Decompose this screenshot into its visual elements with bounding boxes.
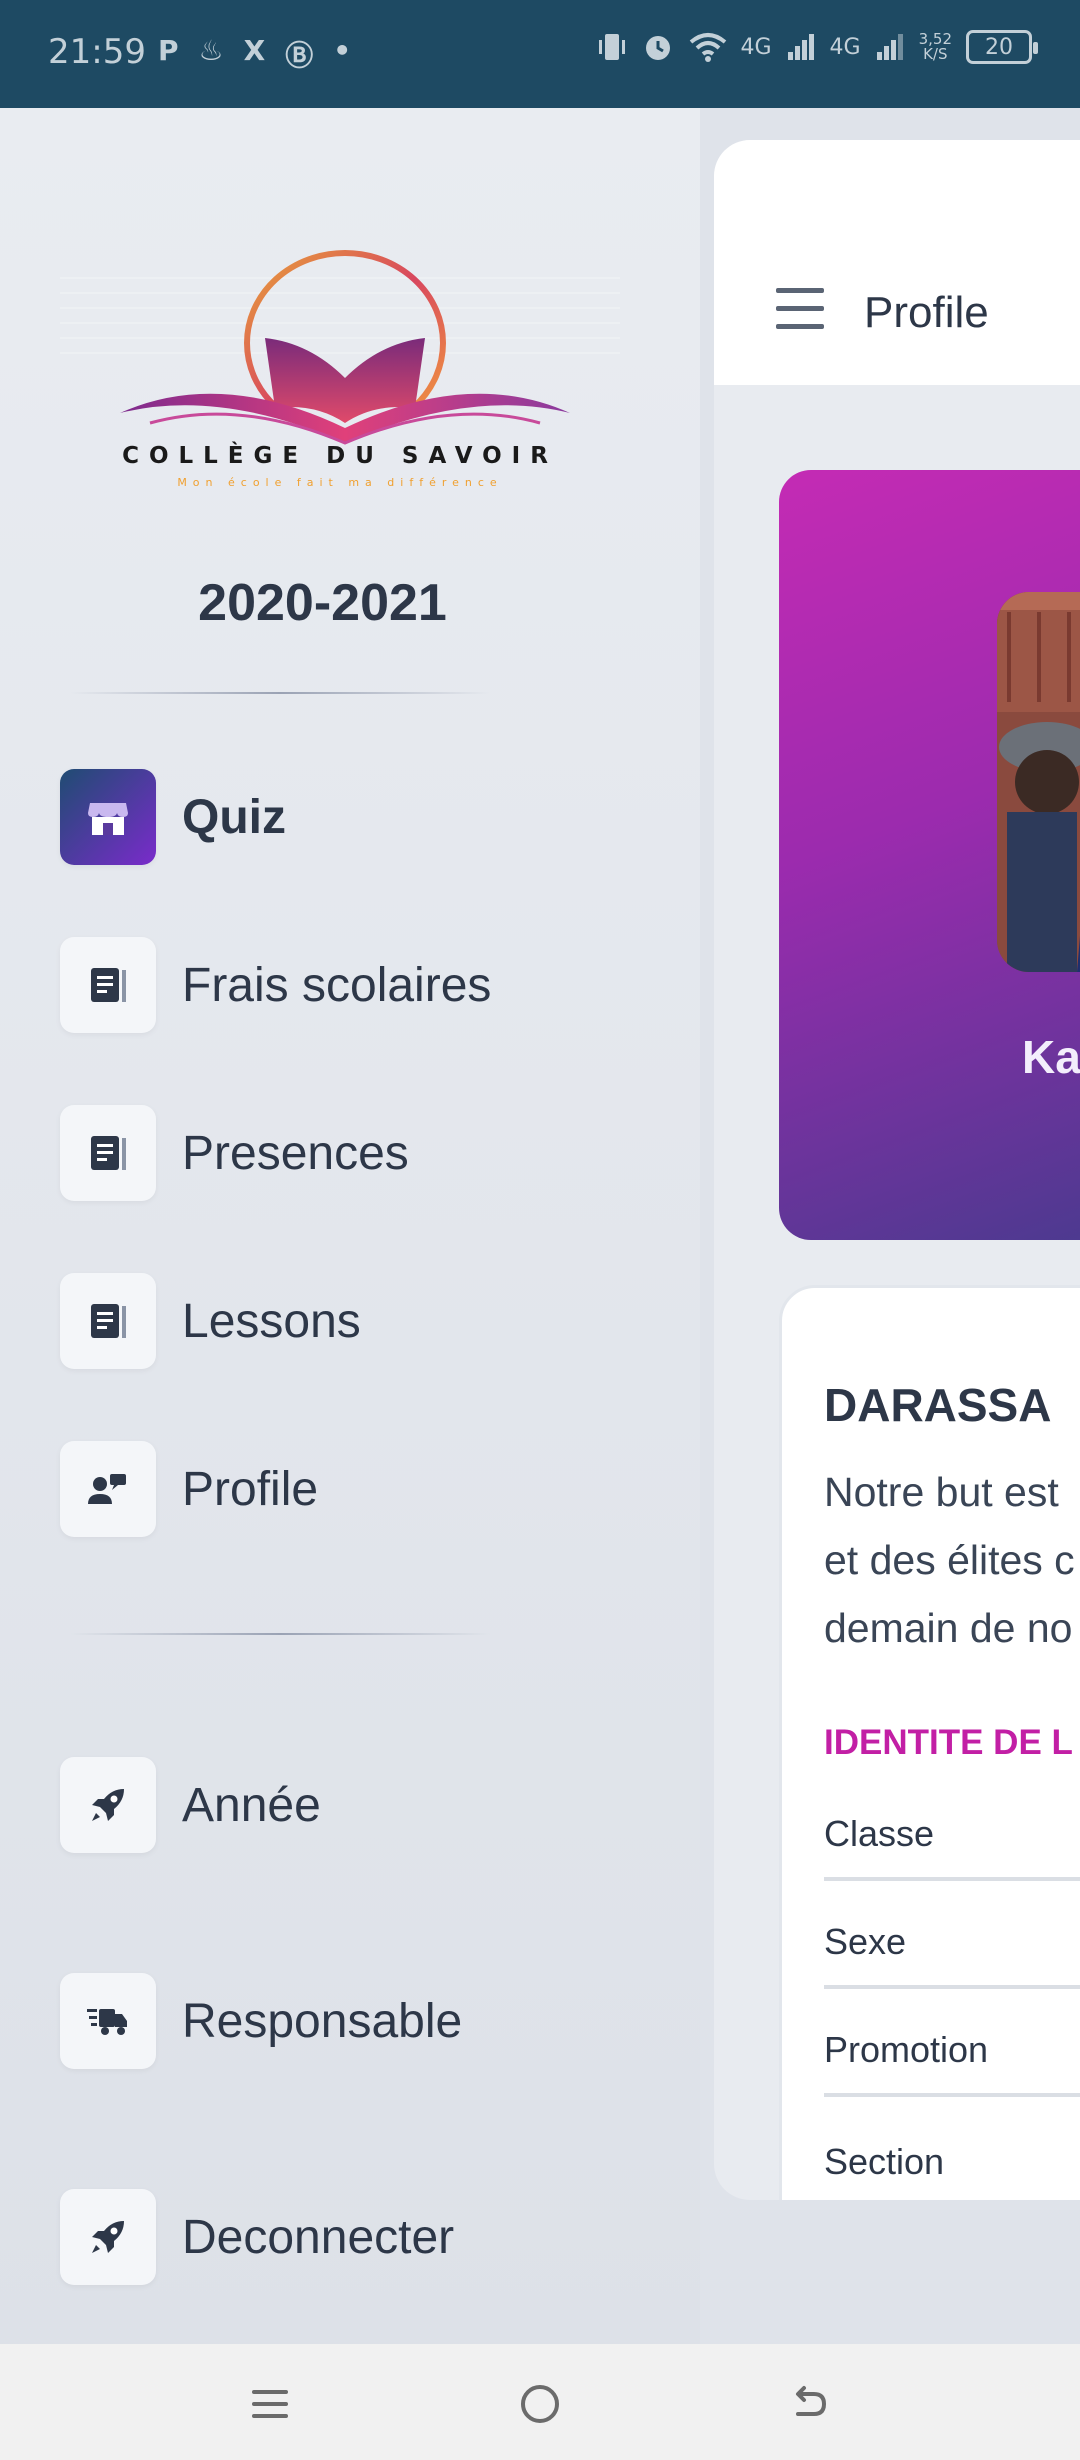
field-promotion: Promotion: [824, 1989, 1080, 2097]
system-navigation-bar: [0, 2344, 1080, 2460]
delivery-truck-icon: [60, 1973, 156, 2069]
sidebar-item-profile[interactable]: Profile: [60, 1441, 318, 1537]
receipt-icon: [60, 1273, 156, 1369]
signal-icon: [787, 34, 814, 60]
logo-title: COLLÈGE DU SAVOIR: [122, 443, 558, 469]
alarm-icon: [645, 36, 670, 60]
sidebar-item-label: Quiz: [182, 790, 286, 844]
school-description: Notre but est et des élites c demain de …: [824, 1469, 1075, 1651]
sidebar-item-label: Lessons: [182, 1294, 361, 1348]
x-app-icon: X: [243, 34, 266, 67]
system-status: 4G 4G 3,52 K/S 20: [597, 30, 1038, 64]
status-bar: 21:59 P ♨ X Ⓑ • 4G 4G 3,52 K/S 20: [0, 0, 1080, 108]
network-speed: 3,52 K/S: [918, 30, 952, 63]
receipt-icon: [60, 937, 156, 1033]
college-logo: COLLÈGE DU SAVOIR Mon école fait ma diff…: [60, 248, 620, 489]
main-content-card[interactable]: Profile Ka DARASSA Notre but est et des …: [714, 140, 1080, 2200]
fire-app-icon: ♨: [198, 34, 224, 67]
profile-banner: Ka: [779, 470, 1080, 1240]
school-name: DARASSA: [824, 1379, 1052, 1431]
sidebar-item-label: Année: [182, 1778, 321, 1832]
sidebar-item-deconnecter[interactable]: Deconnecter: [60, 2189, 454, 2285]
back-button[interactable]: [780, 2374, 840, 2434]
wifi-icon: [689, 33, 726, 62]
school-year: 2020-2021: [198, 574, 447, 632]
b-app-icon: Ⓑ: [285, 39, 314, 72]
sidebar-item-label: Responsable: [182, 1994, 463, 2048]
battery-icon: 20: [966, 30, 1038, 64]
sidebar-item-responsable[interactable]: Responsable: [60, 1973, 462, 2069]
logo-tagline: Mon école fait ma différence: [177, 476, 503, 489]
field-classe: Classe: [824, 1773, 1080, 1881]
signal-icon-2: [876, 34, 903, 60]
back-arrow-icon: [796, 2386, 827, 2416]
page-title: Profile: [864, 288, 989, 337]
sidebar-item-label: Presences: [182, 1126, 409, 1180]
profile-name: Ka: [1022, 1031, 1080, 1083]
menu-icon[interactable]: [776, 288, 824, 332]
notification-icons: P ♨ X Ⓑ •: [158, 34, 351, 74]
home-button[interactable]: [510, 2374, 570, 2434]
network-type-label: 4G: [740, 34, 772, 60]
user-comment-icon: [60, 1441, 156, 1537]
profile-photo: [997, 592, 1080, 972]
sidebar-item-label: Frais scolaires: [182, 958, 492, 1012]
sidebar-item-annee[interactable]: Année: [60, 1757, 321, 1853]
sidebar-item-label: Profile: [182, 1462, 319, 1516]
menu-lines-icon: [252, 2390, 288, 2418]
parking-app-icon: P: [158, 34, 179, 67]
identity-heading: IDENTITE DE L: [824, 1723, 1073, 1762]
store-icon: [60, 769, 156, 865]
sidebar-item-lessons[interactable]: Lessons: [60, 1273, 361, 1369]
home-circle-icon: [521, 2385, 559, 2423]
rocket-icon: [60, 1757, 156, 1853]
network-type-label-2: 4G: [829, 34, 861, 60]
divider: [70, 692, 490, 694]
recent-apps-button[interactable]: [240, 2374, 300, 2434]
school-info-card: DARASSA Notre but est et des élites c de…: [779, 1285, 1080, 2200]
rocket-icon: [60, 2189, 156, 2285]
app-header: Profile: [714, 140, 1080, 385]
field-section: Section: [824, 2141, 945, 2182]
sidebar-item-quiz[interactable]: Quiz: [60, 769, 286, 865]
sidebar-drawer: COLLÈGE DU SAVOIR Mon école fait ma diff…: [0, 108, 700, 2344]
status-time: 21:59: [48, 32, 146, 72]
divider: [70, 1633, 490, 1635]
vibrate-icon: [598, 34, 625, 60]
sidebar-item-frais-scolaires[interactable]: Frais scolaires: [60, 937, 491, 1033]
receipt-icon: [60, 1105, 156, 1201]
sidebar-item-presences[interactable]: Presences: [60, 1105, 409, 1201]
field-sexe: Sexe: [824, 1881, 1080, 1989]
more-notifications-icon: •: [333, 34, 352, 67]
sidebar-item-label: Deconnecter: [182, 2210, 455, 2264]
